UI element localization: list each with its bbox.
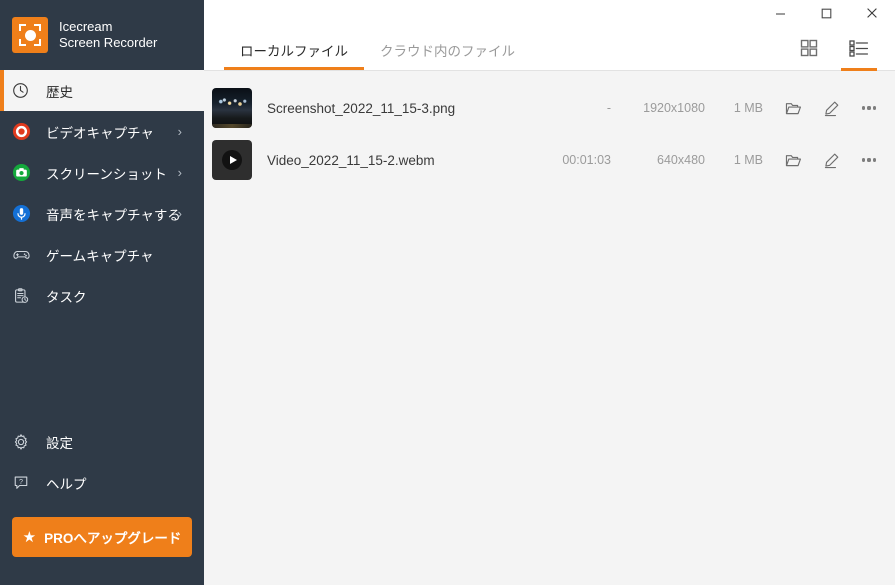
tab-bar: ローカルファイル クラウド内のファイル [204,31,895,71]
chevron-right-icon: › [177,165,182,180]
brand-line2: Screen Recorder [59,35,158,50]
sidebar-item-tasks[interactable]: タスク [0,275,204,316]
tab-local-files[interactable]: ローカルファイル [224,30,364,70]
list-view-icon [849,39,869,62]
sidebar-nav-top: 歴史 ビデオキャプチャ › スクリーンショット › 音声をキャプチャする › ゲ… [0,70,204,316]
file-thumbnail [212,88,252,128]
list-view-button[interactable] [841,31,877,71]
close-icon [865,6,879,25]
maximize-icon [820,7,833,25]
grid-view-button[interactable] [795,31,823,71]
file-size: 1 MB [733,101,763,115]
view-toggle-group [795,31,877,71]
folder-icon[interactable] [781,96,805,120]
sidebar-item-settings[interactable]: 設定 [0,421,204,462]
minimize-icon [774,7,787,25]
tab-cloud-files[interactable]: クラウド内のファイル [364,30,531,70]
table-row[interactable]: Video_2022_11_15-2.webm 00:01:03 640x480… [204,134,895,186]
record-circle-icon [12,122,38,141]
edit-pencil-icon[interactable] [819,148,843,172]
sidebar-item-audio-capture[interactable]: 音声をキャプチャする › [0,193,204,234]
app-brand: Icecream Screen Recorder [0,0,204,70]
app-window: Icecream Screen Recorder 歴史 ビデオキャプチャ › ス… [0,0,895,585]
sidebar-item-label: 音声をキャプチャする [46,207,181,223]
file-resolution: 640x480 [657,153,705,167]
star-icon: ★ [22,528,37,546]
tab-label: ローカルファイル [240,44,348,59]
sidebar-item-label: ゲームキャプチャ [46,248,154,264]
table-row[interactable]: Screenshot_2022_11_15-3.png - 1920x1080 … [204,82,895,134]
upgrade-to-pro-button[interactable]: ★ PROへアップグレード [12,517,192,557]
sidebar-item-video-capture[interactable]: ビデオキャプチャ › [0,111,204,152]
close-button[interactable] [849,0,895,31]
sidebar-item-screenshot[interactable]: スクリーンショット › [0,152,204,193]
sidebar-item-label: スクリーンショット [46,166,167,182]
play-icon [222,150,242,170]
main-area: ローカルファイル クラウド内のファイル Screenshot_2022_11_1… [204,0,895,585]
sidebar-item-label: ヘルプ [46,476,87,492]
sidebar-item-label: タスク [46,289,87,305]
gear-icon [12,433,38,451]
sidebar-item-game-capture[interactable]: ゲームキャプチャ [0,234,204,275]
sidebar-item-label: ビデオキャプチャ [46,125,154,141]
microphone-icon [12,204,38,223]
file-duration: - [606,101,611,115]
grid-view-icon [800,39,818,62]
file-list: Screenshot_2022_11_15-3.png - 1920x1080 … [204,71,895,585]
file-name: Screenshot_2022_11_15-3.png [267,100,456,116]
row-actions [781,96,881,120]
svg-text:?: ? [19,477,23,486]
sidebar-item-history[interactable]: 歴史 [0,70,204,111]
sidebar-item-label: 歴史 [46,84,73,100]
gamepad-icon [12,245,38,264]
file-duration: 00:01:03 [562,153,611,167]
chevron-right-icon: › [177,206,182,221]
clock-icon [12,82,38,99]
title-bar [204,0,895,31]
tab-label: クラウド内のファイル [380,44,515,59]
minimize-button[interactable] [757,0,803,31]
more-options-icon[interactable] [857,96,881,120]
chevron-right-icon: › [177,124,182,139]
more-options-icon[interactable] [857,148,881,172]
row-actions [781,148,881,172]
record-frame-icon [12,17,48,53]
help-icon: ? [12,474,38,492]
file-resolution: 1920x1080 [643,101,705,115]
edit-pencil-icon[interactable] [819,96,843,120]
task-clipboard-icon [12,287,38,305]
file-size: 1 MB [733,153,763,167]
file-thumbnail [212,140,252,180]
brand-line1: Icecream [59,19,113,34]
sidebar-item-label: 設定 [46,435,73,451]
sidebar-nav-bottom: 設定 ? ヘルプ ★ PROへアップグレード [0,421,204,585]
sidebar: Icecream Screen Recorder 歴史 ビデオキャプチャ › ス… [0,0,204,585]
folder-icon[interactable] [781,148,805,172]
camera-icon [12,163,38,182]
sidebar-item-help[interactable]: ? ヘルプ [0,462,204,503]
file-name: Video_2022_11_15-2.webm [267,152,435,168]
maximize-button[interactable] [803,0,849,31]
brand-text: Icecream Screen Recorder [59,19,157,51]
upgrade-to-pro-label: PROへアップグレード [44,531,182,546]
